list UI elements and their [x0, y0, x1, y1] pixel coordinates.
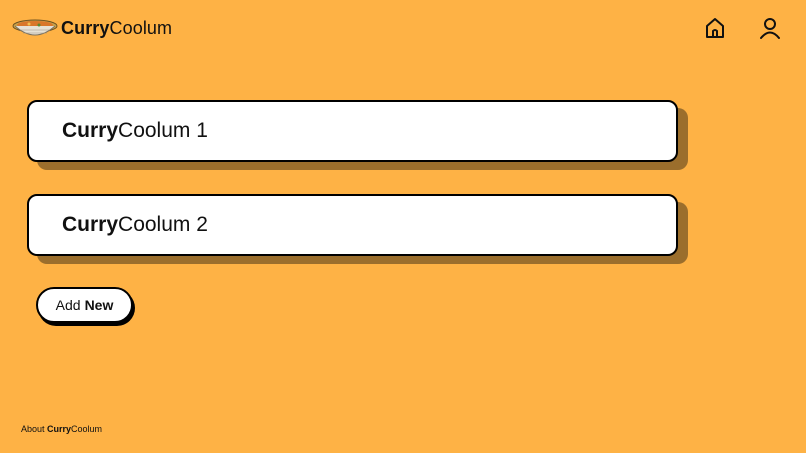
- about-prefix: About: [21, 424, 48, 434]
- add-new-button[interactable]: Add New: [36, 287, 133, 323]
- logo[interactable]: CurryCoolum: [12, 14, 172, 42]
- add-button-label-bold: New: [84, 297, 114, 313]
- header: CurryCoolum: [0, 0, 806, 58]
- curry-bowl-icon: [12, 14, 58, 42]
- card-title-bold: Curry: [62, 213, 119, 236]
- curry-card-2[interactable]: CurryCoolum 2: [27, 194, 678, 256]
- user-icon[interactable]: [758, 16, 782, 40]
- card-title: CurryCoolum 1: [62, 119, 208, 143]
- brand-bold: Curry: [61, 18, 110, 38]
- card-title-bold: Curry: [62, 119, 119, 142]
- about-link[interactable]: About CurryCoolum: [21, 424, 102, 434]
- curry-card-1[interactable]: CurryCoolum 1: [27, 100, 678, 162]
- card-title-regular: Coolum 2: [118, 213, 208, 236]
- about-brand-regular: Coolum: [71, 424, 103, 434]
- home-icon[interactable]: [703, 16, 727, 40]
- about-brand-bold: Curry: [47, 424, 72, 434]
- card-title-regular: Coolum 1: [118, 119, 208, 142]
- card-title: CurryCoolum 2: [62, 213, 208, 237]
- brand-name: CurryCoolum: [61, 14, 172, 42]
- add-button-label-regular: Add: [55, 297, 81, 313]
- brand-regular: Coolum: [109, 18, 173, 38]
